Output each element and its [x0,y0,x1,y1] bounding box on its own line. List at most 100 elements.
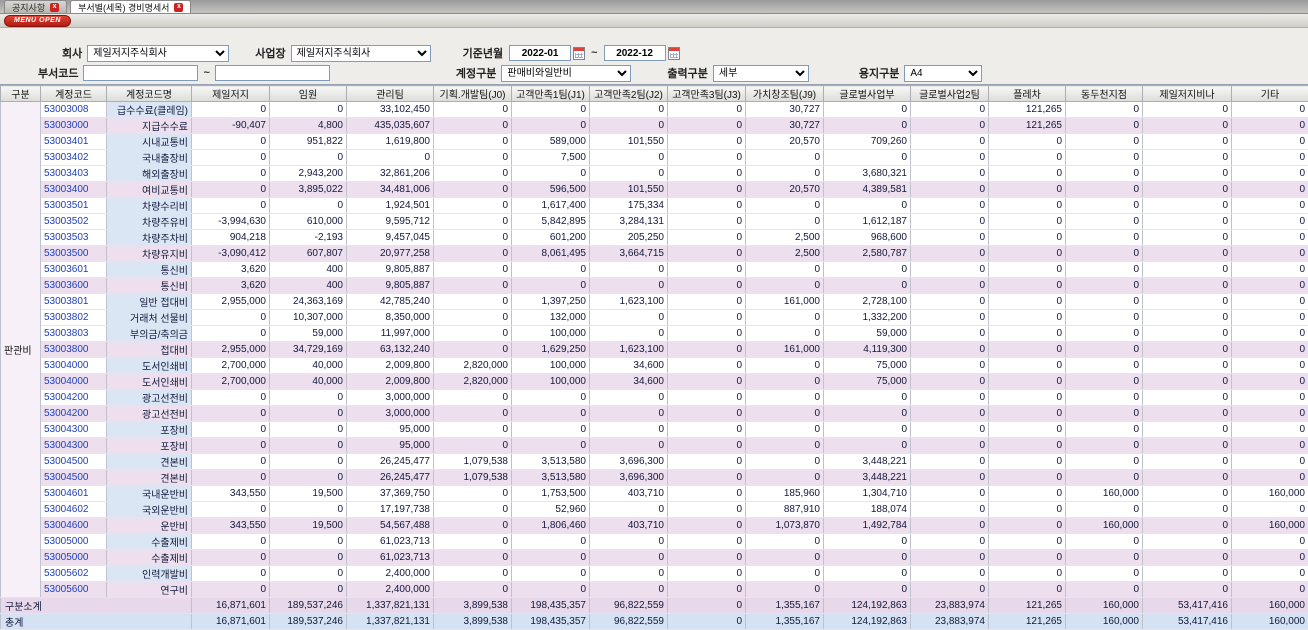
amount-cell[interactable]: 0 [192,470,270,486]
amount-cell[interactable]: 0 [1066,438,1143,454]
amount-cell[interactable]: 0 [824,150,911,166]
account-code-cell[interactable]: 53004500 [41,470,107,486]
amount-cell[interactable]: 0 [1232,310,1308,326]
amount-cell[interactable]: 0 [989,390,1066,406]
account-code-cell[interactable]: 53003000 [41,118,107,134]
amount-cell[interactable]: 4,389,581 [824,182,911,198]
amount-cell[interactable]: 0 [746,470,824,486]
amount-cell[interactable]: 0 [1143,134,1232,150]
amount-cell[interactable]: 0 [434,518,512,534]
amount-cell[interactable]: 601,200 [512,230,590,246]
amount-cell[interactable]: 0 [746,310,824,326]
amount-cell[interactable]: 20,977,258 [347,246,434,262]
account-name-cell[interactable]: 통신비 [107,278,192,294]
amount-cell[interactable]: 0 [911,214,989,230]
amount-cell[interactable]: 0 [911,582,989,598]
amount-cell[interactable]: 0 [1143,550,1232,566]
amount-cell[interactable]: 8,350,000 [347,310,434,326]
amount-cell[interactable]: 0 [911,246,989,262]
amount-cell[interactable]: 0 [434,486,512,502]
account-name-cell[interactable]: 급수수료(클레임) [107,102,192,118]
amount-cell[interactable]: 160,000 [1066,486,1143,502]
amount-cell[interactable]: 0 [1232,550,1308,566]
amount-cell[interactable]: 0 [824,550,911,566]
amount-cell[interactable]: 0 [590,566,668,582]
account-code-cell[interactable]: 53003803 [41,326,107,342]
amount-cell[interactable]: 34,600 [590,374,668,390]
amount-cell[interactable]: 0 [1143,438,1232,454]
amount-cell[interactable]: 0 [512,390,590,406]
amount-cell[interactable]: 0 [1232,166,1308,182]
account-name-cell[interactable]: 광고선전비 [107,390,192,406]
amount-cell[interactable]: -2,193 [270,230,347,246]
amount-cell[interactable]: 3,000,000 [347,390,434,406]
amount-cell[interactable]: 1,924,501 [347,198,434,214]
amount-cell[interactable]: 0 [1143,118,1232,134]
amount-cell[interactable]: 0 [1066,150,1143,166]
account-code-cell[interactable]: 53003403 [41,166,107,182]
amount-cell[interactable]: 0 [1066,470,1143,486]
amount-cell[interactable]: 0 [989,326,1066,342]
account-name-cell[interactable]: 접대비 [107,342,192,358]
amount-cell[interactable]: 0 [434,342,512,358]
amount-cell[interactable]: 0 [989,246,1066,262]
amount-cell[interactable]: 0 [911,198,989,214]
amount-cell[interactable]: 30,727 [746,102,824,118]
tab-notice[interactable]: 공지사항 x [4,0,67,13]
amount-cell[interactable]: 0 [1143,198,1232,214]
amount-cell[interactable]: 0 [1143,582,1232,598]
amount-cell[interactable]: 0 [1143,230,1232,246]
amount-cell[interactable]: 0 [746,438,824,454]
account-code-cell[interactable]: 53003800 [41,342,107,358]
amount-cell[interactable]: 0 [1143,566,1232,582]
account-name-cell[interactable]: 차량유지비 [107,246,192,262]
amount-cell[interactable]: 0 [989,294,1066,310]
amount-cell[interactable]: 0 [668,566,746,582]
account-name-cell[interactable]: 시내교통비 [107,134,192,150]
amount-cell[interactable]: 0 [989,438,1066,454]
amount-cell[interactable]: 0 [668,310,746,326]
amount-cell[interactable]: 0 [192,150,270,166]
amount-cell[interactable]: 0 [590,550,668,566]
account-code-cell[interactable]: 53004000 [41,374,107,390]
amount-cell[interactable]: 0 [192,534,270,550]
account-code-cell[interactable]: 53004000 [41,358,107,374]
amount-cell[interactable]: 0 [192,182,270,198]
amount-cell[interactable]: 0 [1232,390,1308,406]
amount-cell[interactable]: 4,800 [270,118,347,134]
amount-cell[interactable]: 2,943,200 [270,166,347,182]
amount-cell[interactable]: 0 [1066,198,1143,214]
account-code-cell[interactable]: 53003601 [41,262,107,278]
amount-cell[interactable]: 0 [512,166,590,182]
account-name-cell[interactable]: 통신비 [107,262,192,278]
amount-cell[interactable]: 0 [1232,326,1308,342]
menu-open-button[interactable]: MENU OPEN [4,15,71,27]
amount-cell[interactable]: 0 [746,278,824,294]
amount-cell[interactable]: 160,000 [1066,518,1143,534]
account-code-cell[interactable]: 53004601 [41,486,107,502]
amount-cell[interactable]: 0 [824,406,911,422]
amount-cell[interactable]: 52,960 [512,502,590,518]
amount-cell[interactable]: 1,612,187 [824,214,911,230]
amount-cell[interactable]: 75,000 [824,358,911,374]
account-code-cell[interactable]: 53003500 [41,246,107,262]
output-type-select[interactable]: 세부 [713,65,809,82]
amount-cell[interactable]: 709,260 [824,134,911,150]
amount-cell[interactable]: 0 [668,294,746,310]
amount-cell[interactable]: 0 [1066,118,1143,134]
account-code-cell[interactable]: 53003600 [41,278,107,294]
amount-cell[interactable]: 0 [434,326,512,342]
amount-cell[interactable]: 0 [1066,342,1143,358]
amount-cell[interactable]: 0 [911,134,989,150]
amount-cell[interactable]: 2,820,000 [434,358,512,374]
amount-cell[interactable]: 0 [668,502,746,518]
amount-cell[interactable]: 42,785,240 [347,294,434,310]
amount-cell[interactable]: 3,680,321 [824,166,911,182]
amount-cell[interactable]: 0 [824,566,911,582]
period-from-input[interactable] [509,45,571,61]
period-to-input[interactable] [604,45,666,61]
amount-cell[interactable]: 1,332,200 [824,310,911,326]
amount-cell[interactable]: 1,806,460 [512,518,590,534]
amount-cell[interactable]: 0 [668,534,746,550]
amount-cell[interactable]: 0 [434,102,512,118]
